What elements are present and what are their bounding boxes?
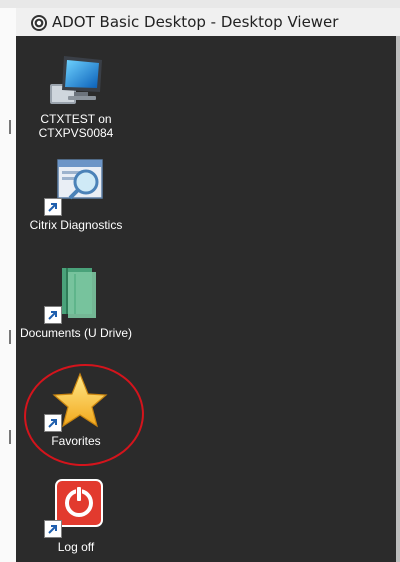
window-right-border bbox=[396, 36, 400, 562]
desktop-icon-citrix-diagnostics[interactable]: Citrix Diagnostics bbox=[16, 156, 136, 232]
remote-desktop: CTXTEST on CTXPVS0084 Citrix Diagnostics bbox=[16, 36, 396, 562]
gutter-mark bbox=[9, 120, 11, 134]
desktop-icon-ctxtest[interactable]: CTXTEST on CTXPVS0084 bbox=[16, 50, 136, 140]
desktop-icon-label: Documents (U Drive) bbox=[19, 326, 133, 340]
desktop-icon-log-off[interactable]: Log off bbox=[16, 478, 136, 554]
shortcut-arrow-icon bbox=[44, 306, 62, 324]
background-page-gutter bbox=[0, 0, 16, 562]
desktop-viewer-window: ADOT Basic Desktop - Desktop Viewer CTXT… bbox=[16, 8, 400, 562]
log-off-icon bbox=[44, 478, 108, 538]
citrix-receiver-icon bbox=[31, 15, 47, 31]
gutter-mark bbox=[9, 330, 11, 344]
desktop-icon-label: Log off bbox=[57, 540, 95, 554]
window-title: ADOT Basic Desktop - Desktop Viewer bbox=[52, 13, 339, 31]
desktop-icon-label: CTXTEST on CTXPVS0084 bbox=[38, 112, 114, 140]
documents-drive-icon bbox=[44, 264, 108, 324]
citrix-diagnostics-icon bbox=[44, 156, 108, 216]
background-page-strip bbox=[0, 0, 400, 8]
gutter-mark bbox=[9, 430, 11, 444]
computer-icon bbox=[44, 50, 108, 110]
shortcut-arrow-icon bbox=[44, 198, 62, 216]
shortcut-arrow-icon bbox=[44, 520, 62, 538]
desktop-icon-documents-u-drive[interactable]: Documents (U Drive) bbox=[16, 264, 136, 340]
desktop-icon-label: Citrix Diagnostics bbox=[29, 218, 123, 232]
window-titlebar[interactable]: ADOT Basic Desktop - Desktop Viewer bbox=[16, 8, 400, 37]
